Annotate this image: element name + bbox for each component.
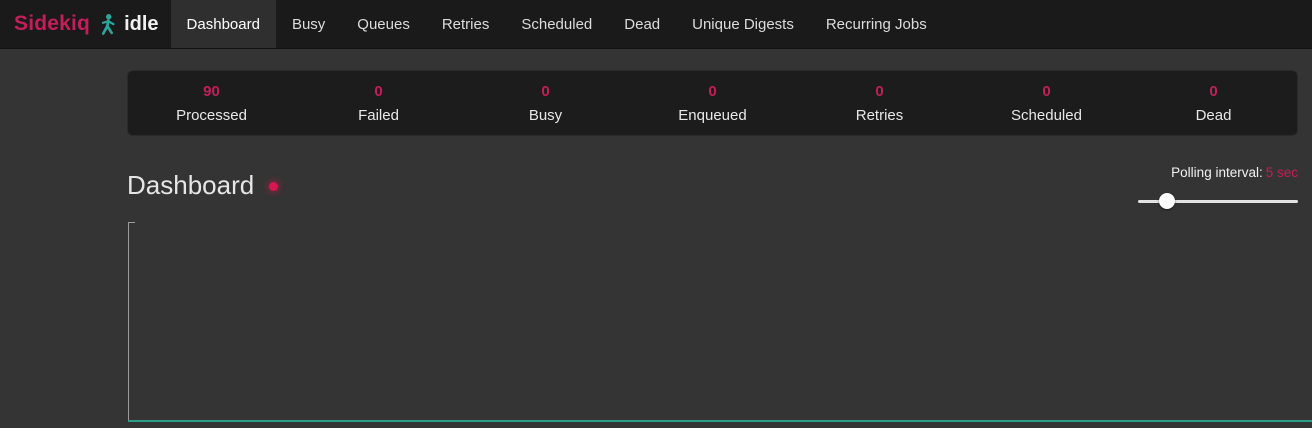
stat-busy[interactable]: 0 Busy <box>462 83 629 124</box>
chart-flat-series-line <box>128 420 1312 422</box>
stat-value: 90 <box>128 83 295 100</box>
page-title: Dashboard <box>127 172 254 198</box>
polling-widget: Polling interval:5 sec <box>1138 163 1298 209</box>
stat-label: Failed <box>295 107 462 124</box>
brand-name: Sidekiq <box>14 12 90 36</box>
main-nav: Dashboard Busy Queues Retries Scheduled … <box>171 0 943 48</box>
stat-enqueued[interactable]: 0 Enqueued <box>629 83 796 124</box>
tab-retries[interactable]: Retries <box>426 0 506 48</box>
page-header: Dashboard Polling interval:5 sec <box>127 163 1298 203</box>
tab-dashboard[interactable]: Dashboard <box>171 0 276 48</box>
chart-y-axis <box>128 222 129 422</box>
brand-link[interactable]: Sidekiq idle <box>0 0 171 48</box>
stat-value: 0 <box>1130 83 1297 100</box>
tab-busy[interactable]: Busy <box>276 0 341 48</box>
tab-dead[interactable]: Dead <box>608 0 676 48</box>
stat-failed[interactable]: 0 Failed <box>295 83 462 124</box>
stat-value: 0 <box>963 83 1130 100</box>
stat-label: Busy <box>462 107 629 124</box>
live-beacon-icon <box>269 182 278 191</box>
stat-dead[interactable]: 0 Dead <box>1130 83 1297 124</box>
navbar: Sidekiq idle Dashboard Busy Queues Retri… <box>0 0 1312 49</box>
status-text: idle <box>124 13 158 36</box>
tab-recurring-jobs[interactable]: Recurring Jobs <box>810 0 943 48</box>
stats-summary-bar: 90 Processed 0 Failed 0 Busy 0 Enqueued … <box>127 70 1298 136</box>
tab-queues[interactable]: Queues <box>341 0 426 48</box>
stat-retries[interactable]: 0 Retries <box>796 83 963 124</box>
stat-label: Processed <box>128 107 295 124</box>
chart-y-axis-tick <box>128 222 135 223</box>
dashboard-realtime-chart <box>127 222 1312 428</box>
stat-value: 0 <box>295 83 462 100</box>
polling-interval-slider[interactable] <box>1138 193 1298 209</box>
stat-scheduled[interactable]: 0 Scheduled <box>963 83 1130 124</box>
stat-value: 0 <box>629 83 796 100</box>
stat-value: 0 <box>462 83 629 100</box>
stat-processed[interactable]: 90 Processed <box>128 83 295 124</box>
tab-scheduled[interactable]: Scheduled <box>505 0 608 48</box>
main-content: 90 Processed 0 Failed 0 Busy 0 Enqueued … <box>0 70 1312 428</box>
stat-label: Retries <box>796 107 963 124</box>
sidekiq-logo-icon <box>98 13 117 36</box>
stat-value: 0 <box>796 83 963 100</box>
tab-unique-digests[interactable]: Unique Digests <box>676 0 810 48</box>
polling-label: Polling interval: <box>1171 165 1263 180</box>
slider-thumb[interactable] <box>1159 193 1175 209</box>
polling-value: 5 sec <box>1266 165 1298 180</box>
stat-label: Scheduled <box>963 107 1130 124</box>
stat-label: Enqueued <box>629 107 796 124</box>
stat-label: Dead <box>1130 107 1297 124</box>
